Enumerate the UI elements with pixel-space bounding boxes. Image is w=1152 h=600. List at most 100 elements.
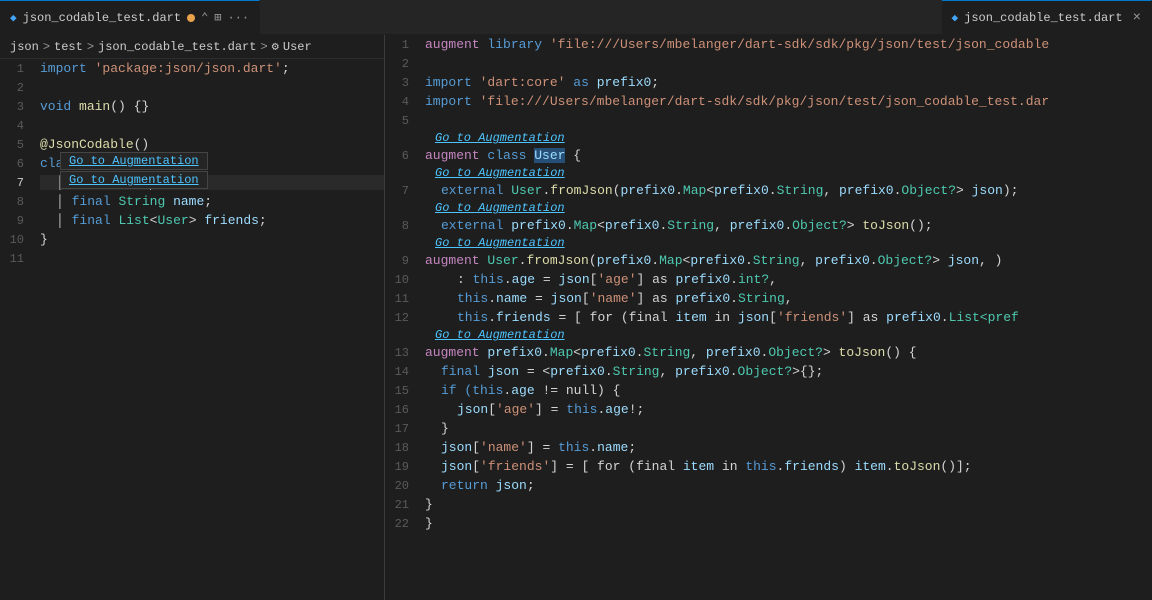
left-line-4: 4 xyxy=(0,116,384,135)
right-content-19: json['friends'] = [ for (final item in t… xyxy=(425,459,1152,474)
right-line-20: 20 return json; xyxy=(385,476,1152,495)
linenum-7: 7 xyxy=(0,176,40,190)
breadcrumb-user[interactable]: User xyxy=(283,40,312,54)
goto-link-2[interactable]: Go to Augmentation xyxy=(435,166,565,180)
right-line-22: 22 } xyxy=(385,514,1152,533)
tab-left[interactable]: ◆ json_codable_test.dart ⌃ ⊞ ··· xyxy=(0,0,260,34)
right-linenum-19: 19 xyxy=(385,460,425,474)
goto-label-1[interactable]: Go to Augmentation xyxy=(385,130,1152,146)
right-line-16: 16 json['age'] = this.age!; xyxy=(385,400,1152,419)
right-linenum-7: 7 xyxy=(385,184,425,198)
right-content-13: augment prefix0.Map<prefix0.String, pref… xyxy=(425,345,1152,360)
linenum-10: 10 xyxy=(0,233,40,247)
linenum-8: 8 xyxy=(0,195,40,209)
right-line-14: 14 final json = <prefix0.String, prefix0… xyxy=(385,362,1152,381)
right-linenum-15: 15 xyxy=(385,384,425,398)
right-content-15: if (this.age != null) { xyxy=(425,383,1152,398)
tab-right[interactable]: ◆ json_codable_test.dart × xyxy=(942,0,1152,34)
right-line-18: 18 json['name'] = this.name; xyxy=(385,438,1152,457)
right-line-19: 19 json['friends'] = [ for (final item i… xyxy=(385,457,1152,476)
right-linenum-11: 11 xyxy=(385,292,425,306)
right-linenum-20: 20 xyxy=(385,479,425,493)
right-line-4: 4 import 'file:///Users/mbelanger/dart-s… xyxy=(385,92,1152,111)
goto-link-3[interactable]: Go to Augmentation xyxy=(435,201,565,215)
right-line-7: 7 external User.fromJson(prefix0.Map<pre… xyxy=(385,181,1152,200)
right-content-6: augment class User { xyxy=(425,148,1152,163)
line-content-8: │ final String name; xyxy=(40,194,384,209)
linenum-6: 6 xyxy=(0,157,40,171)
right-linenum-2: 2 xyxy=(385,57,425,71)
right-linenum-3: 3 xyxy=(385,76,425,90)
linenum-9: 9 xyxy=(0,214,40,228)
right-content-1: augment library 'file:///Users/mbelanger… xyxy=(425,37,1152,52)
right-content-8: external prefix0.Map<prefix0.String, pre… xyxy=(425,218,1152,233)
goto-label-3[interactable]: Go to Augmentation xyxy=(385,200,1152,216)
right-line-5: 5 xyxy=(385,111,1152,130)
line-content-2 xyxy=(40,80,384,95)
tab-bar: ◆ json_codable_test.dart ⌃ ⊞ ··· ◆ json_… xyxy=(0,0,1152,35)
line-content-11 xyxy=(40,251,384,266)
linenum-2: 2 xyxy=(0,81,40,95)
right-content-5 xyxy=(425,113,1152,128)
tooltip-link-6[interactable]: Go to Augmentation xyxy=(69,173,199,187)
line-content-10: } xyxy=(40,232,384,247)
right-content-10: : this.age = json['age'] as prefix0.int?… xyxy=(425,272,1152,287)
left-line-10: 10 } xyxy=(0,230,384,249)
goto-label-4[interactable]: Go to Augmentation xyxy=(385,235,1152,251)
right-linenum-10: 10 xyxy=(385,273,425,287)
line-content-3: void main() {} xyxy=(40,99,384,114)
goto-link-5[interactable]: Go to Augmentation xyxy=(435,328,565,342)
right-linenum-9: 9 xyxy=(385,254,425,268)
goto-link-1[interactable]: Go to Augmentation xyxy=(435,131,565,145)
linenum-3: 3 xyxy=(0,100,40,114)
linenum-5: 5 xyxy=(0,138,40,152)
right-content-17: } xyxy=(425,421,1152,436)
right-line-6: 6 augment class User { xyxy=(385,146,1152,165)
left-line-11: 11 xyxy=(0,249,384,268)
line-content-5: @JsonCodable() xyxy=(40,137,384,152)
right-content-4: import 'file:///Users/mbelanger/dart-sdk… xyxy=(425,94,1152,109)
tab-action-git[interactable]: ⌃ xyxy=(201,10,208,25)
right-content-14: final json = <prefix0.String, prefix0.Ob… xyxy=(425,364,1152,379)
breadcrumb-json[interactable]: json xyxy=(10,40,39,54)
left-line-1: 1 import 'package:json/json.dart'; xyxy=(0,59,384,78)
left-line-8: 8 │ final String name; xyxy=(0,192,384,211)
goto-label-5[interactable]: Go to Augmentation xyxy=(385,327,1152,343)
linenum-4: 4 xyxy=(0,119,40,133)
right-content-11: this.name = json['name'] as prefix0.Stri… xyxy=(425,291,1152,306)
right-line-11: 11 this.name = json['name'] as prefix0.S… xyxy=(385,289,1152,308)
right-linenum-5: 5 xyxy=(385,114,425,128)
right-linenum-17: 17 xyxy=(385,422,425,436)
right-line-17: 17 } xyxy=(385,419,1152,438)
tooltip-goto-augmentation-6[interactable]: Go to Augmentation xyxy=(60,171,208,189)
line-content-1: import 'package:json/json.dart'; xyxy=(40,61,384,76)
right-content-2 xyxy=(425,56,1152,71)
right-linenum-8: 8 xyxy=(385,219,425,233)
right-linenum-22: 22 xyxy=(385,517,425,531)
right-content-21: } xyxy=(425,497,1152,512)
left-line-2: 2 xyxy=(0,78,384,97)
goto-link-4[interactable]: Go to Augmentation xyxy=(435,236,565,250)
goto-label-2[interactable]: Go to Augmentation xyxy=(385,165,1152,181)
right-line-2: 2 xyxy=(385,54,1152,73)
tab-action-split[interactable]: ⊞ xyxy=(214,10,221,25)
right-linenum-6: 6 xyxy=(385,149,425,163)
breadcrumb-file[interactable]: json_codable_test.dart xyxy=(98,40,256,54)
tab-left-label: json_codable_test.dart xyxy=(23,11,181,25)
right-line-10: 10 : this.age = json['age'] as prefix0.i… xyxy=(385,270,1152,289)
sep2: > xyxy=(87,40,94,54)
tooltip-goto-augmentation-5[interactable]: Go to Augmentation xyxy=(60,152,208,170)
tab-close-right[interactable]: × xyxy=(1133,11,1141,25)
breadcrumb-test[interactable]: test xyxy=(54,40,83,54)
linenum-11: 11 xyxy=(0,252,40,266)
right-linenum-21: 21 xyxy=(385,498,425,512)
tab-right-label: json_codable_test.dart xyxy=(964,11,1122,25)
main-content: json > test > json_codable_test.dart > ⚙… xyxy=(0,35,1152,600)
right-content-16: json['age'] = this.age!; xyxy=(425,402,1152,417)
tab-action-more[interactable]: ··· xyxy=(228,11,250,25)
right-content-18: json['name'] = this.name; xyxy=(425,440,1152,455)
right-panel: 1 augment library 'file:///Users/mbelang… xyxy=(385,35,1152,600)
right-content-9: augment User.fromJson(prefix0.Map<prefix… xyxy=(425,253,1152,268)
tooltip-link-5[interactable]: Go to Augmentation xyxy=(69,154,199,168)
right-content-22: } xyxy=(425,516,1152,531)
